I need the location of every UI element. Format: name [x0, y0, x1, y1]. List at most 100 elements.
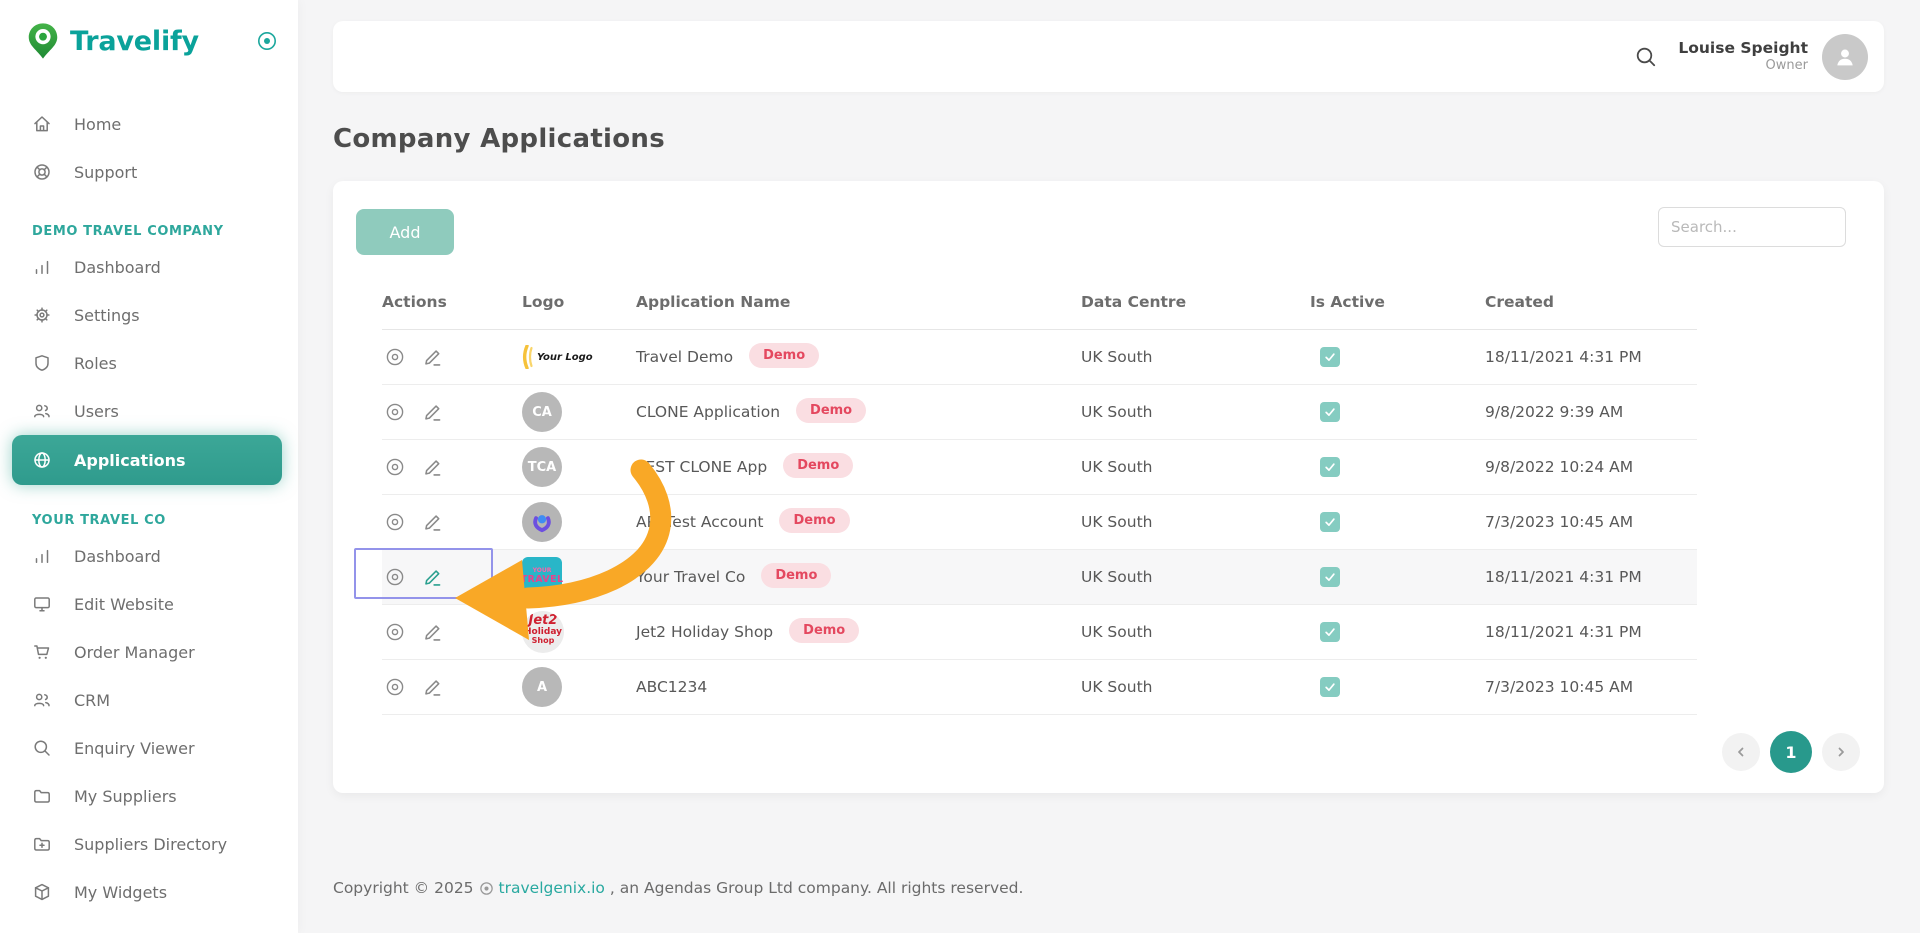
- applications-card: Add Actions Logo Application Name Data C…: [333, 181, 1884, 793]
- edit-button[interactable]: [422, 401, 444, 423]
- is-active-checkbox[interactable]: [1320, 622, 1340, 642]
- sidebar-item-crm[interactable]: CRM: [0, 676, 298, 724]
- table-header: Actions Logo Application Name Data Centr…: [382, 274, 1697, 330]
- column-header-created: Created: [1485, 293, 1697, 311]
- table-row: CA CLONE Application Demo UK South 9/8/2…: [382, 385, 1697, 440]
- sidebar-collapse-icon[interactable]: [256, 30, 278, 52]
- sidebar-item-my-suppliers[interactable]: My Suppliers: [0, 772, 298, 820]
- view-button[interactable]: [384, 511, 406, 533]
- table-row: API Test Account Demo UK South 7/3/2023 …: [382, 495, 1697, 550]
- data-centre-value: UK South: [1081, 678, 1310, 696]
- demo-badge: Demo: [783, 453, 853, 478]
- cube-icon: [32, 882, 52, 902]
- table-row: TCA TEST CLONE App Demo UK South 9/8/202…: [382, 440, 1697, 495]
- sidebar-item-label: Roles: [74, 354, 117, 373]
- is-active-checkbox[interactable]: [1320, 567, 1340, 587]
- travelgenix-logo-icon: [479, 881, 494, 896]
- table-search-input[interactable]: [1658, 207, 1846, 247]
- pagination-page-1[interactable]: 1: [1770, 731, 1812, 773]
- edit-button[interactable]: [422, 456, 444, 478]
- user-avatar[interactable]: [1822, 34, 1868, 80]
- column-header-is-active: Is Active: [1310, 293, 1485, 311]
- view-button[interactable]: [384, 456, 406, 478]
- demo-badge: Demo: [761, 563, 831, 588]
- users-icon: [32, 401, 52, 421]
- demo-badge: Demo: [749, 343, 819, 368]
- view-button[interactable]: [384, 621, 406, 643]
- created-value: 18/11/2021 4:31 PM: [1485, 623, 1697, 641]
- edit-button[interactable]: [422, 511, 444, 533]
- column-header-logo: Logo: [522, 293, 636, 311]
- is-active-checkbox[interactable]: [1320, 677, 1340, 697]
- app-logo: Jet2 Holiday Shop: [522, 611, 564, 653]
- life-ring-icon: [32, 162, 52, 182]
- sidebar-item-enquiry-viewer[interactable]: Enquiry Viewer: [0, 724, 298, 772]
- sidebar-item-suppliers-directory[interactable]: Suppliers Directory: [0, 820, 298, 868]
- sidebar-item-dashboard[interactable]: Dashboard: [0, 243, 298, 291]
- applications-table: Actions Logo Application Name Data Centr…: [382, 274, 1697, 715]
- sidebar-item-label: Home: [74, 115, 121, 134]
- is-active-checkbox[interactable]: [1320, 402, 1340, 422]
- edit-button[interactable]: [422, 676, 444, 698]
- application-name: CLONE Application: [636, 403, 780, 421]
- view-button[interactable]: [384, 566, 406, 588]
- travelify-pin-icon: [26, 22, 60, 60]
- eye-icon: [384, 456, 406, 478]
- sidebar-item-support[interactable]: Support: [0, 148, 298, 196]
- sidebar-item-roles[interactable]: Roles: [0, 339, 298, 387]
- chevron-right-icon: [1835, 746, 1847, 758]
- pagination-next-button[interactable]: [1822, 733, 1860, 771]
- check-icon: [1323, 460, 1337, 474]
- application-name: Travel Demo: [636, 348, 733, 366]
- application-name: API Test Account: [636, 513, 763, 531]
- sidebar-item-settings[interactable]: Settings: [0, 291, 298, 339]
- header-search-button[interactable]: [1634, 45, 1658, 69]
- add-button[interactable]: Add: [356, 209, 454, 255]
- app-logo-initials: A: [522, 667, 562, 707]
- sidebar-item-edit-website[interactable]: Edit Website: [0, 580, 298, 628]
- sidebar-item-label: Dashboard: [74, 258, 161, 277]
- check-icon: [1323, 350, 1337, 364]
- sidebar-item-label: CRM: [74, 691, 110, 710]
- sidebar-item-label: Settings: [74, 306, 140, 325]
- data-centre-value: UK South: [1081, 403, 1310, 421]
- eye-icon: [384, 566, 406, 588]
- is-active-checkbox[interactable]: [1320, 347, 1340, 367]
- travelgenix-link[interactable]: travelgenix.io: [499, 879, 605, 897]
- bar-chart-icon: [32, 546, 52, 566]
- chevron-left-icon: [1735, 746, 1747, 758]
- edit-button[interactable]: [422, 621, 444, 643]
- view-button[interactable]: [384, 401, 406, 423]
- is-active-checkbox[interactable]: [1320, 457, 1340, 477]
- sidebar-item-order-manager[interactable]: Order Manager: [0, 628, 298, 676]
- created-value: 7/3/2023 10:45 AM: [1485, 678, 1697, 696]
- pagination-prev-button[interactable]: [1722, 733, 1760, 771]
- sidebar-item-users[interactable]: Users: [0, 387, 298, 435]
- app-logo: YOUR TRAVEL: [522, 557, 562, 597]
- sidebar-item-dashboard-2[interactable]: Dashboard: [0, 532, 298, 580]
- is-active-checkbox[interactable]: [1320, 512, 1340, 532]
- column-header-data-centre: Data Centre: [1081, 293, 1310, 311]
- pencil-icon: [422, 511, 444, 533]
- pagination: 1: [1722, 731, 1860, 773]
- view-button[interactable]: [384, 346, 406, 368]
- person-icon: [1831, 43, 1859, 71]
- bar-chart-icon: [32, 257, 52, 277]
- view-button[interactable]: [384, 676, 406, 698]
- sidebar-item-label: Edit Website: [74, 595, 174, 614]
- created-value: 9/8/2022 10:24 AM: [1485, 458, 1697, 476]
- sidebar-item-home[interactable]: Home: [0, 100, 298, 148]
- data-centre-value: UK South: [1081, 568, 1310, 586]
- edit-button[interactable]: [422, 566, 444, 588]
- check-icon: [1323, 625, 1337, 639]
- column-header-actions: Actions: [382, 293, 522, 311]
- pencil-icon: [422, 456, 444, 478]
- table-row: A ABC1234 UK South 7/3/2023 10:45 AM: [382, 660, 1697, 715]
- brand-name: Travelify: [70, 26, 199, 57]
- eye-icon: [384, 401, 406, 423]
- edit-button[interactable]: [422, 346, 444, 368]
- globe-icon: [32, 450, 52, 470]
- sidebar-item-applications[interactable]: Applications: [12, 435, 282, 485]
- brand[interactable]: Travelify: [0, 0, 298, 60]
- sidebar-item-my-widgets[interactable]: My Widgets: [0, 868, 298, 916]
